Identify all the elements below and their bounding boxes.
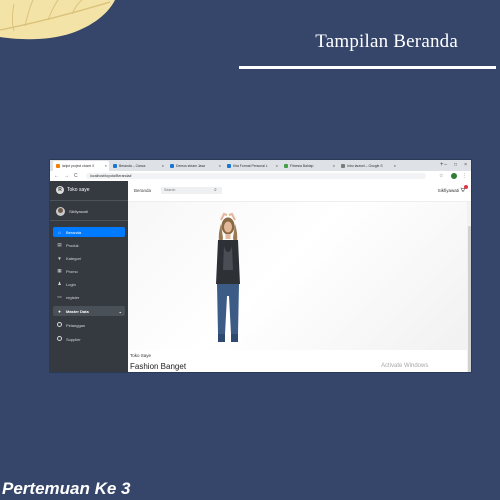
sidebar-item-label: Login bbox=[66, 281, 76, 287]
slide-title: Tampilan Beranda bbox=[315, 31, 458, 52]
main-content: Beranda Search ⌕ Sikfiyawati Toko Saye F… bbox=[128, 181, 471, 372]
user-name: Sikfiyawati bbox=[69, 209, 88, 214]
scrollbar-thumb[interactable] bbox=[467, 226, 471, 372]
brand-name: Toko saye bbox=[67, 187, 90, 193]
close-icon[interactable]: × bbox=[276, 161, 278, 171]
footer-caption: Pertemuan Ke 3 bbox=[2, 479, 131, 498]
sidebar-item-label: Promo bbox=[66, 268, 78, 274]
fashion-model-image bbox=[216, 212, 240, 342]
search-icon[interactable]: ⌕ bbox=[214, 187, 217, 194]
tab-favicon bbox=[341, 164, 345, 168]
admin-sidebar: R Toko saye Sikfiyawati ⌂ Beranda ▤ Prod… bbox=[50, 181, 128, 372]
back-button[interactable]: ← bbox=[54, 171, 59, 181]
tab-favicon bbox=[56, 164, 60, 168]
promo-icon: ▦ bbox=[57, 268, 62, 273]
browser-tab[interactable]: Beranda – Canva × bbox=[110, 161, 166, 171]
tab-label: Kita Format Personal L bbox=[233, 164, 268, 168]
sidebar-item-label: Master Data bbox=[66, 308, 89, 314]
close-icon[interactable]: × bbox=[105, 161, 107, 171]
sidebar-item-label: Produk bbox=[66, 242, 79, 248]
brand[interactable]: R Toko saye bbox=[56, 186, 90, 194]
tab-favicon bbox=[113, 164, 117, 168]
activate-windows-watermark: Activate Windows bbox=[381, 363, 429, 369]
sidebar-item-label: Kategori bbox=[66, 255, 81, 261]
hero-caption-small: Toko Saye bbox=[130, 353, 152, 358]
sidebar-item-produk[interactable]: ▤ Produk bbox=[53, 240, 125, 250]
brand-logo: R bbox=[56, 186, 64, 194]
browser-tab[interactable]: lanjut project closet X × bbox=[53, 161, 109, 171]
avatar bbox=[56, 207, 65, 216]
sidebar-item-label: Supplier bbox=[66, 336, 81, 342]
star-icon[interactable]: ☆ bbox=[439, 172, 443, 180]
top-navbar: Beranda Search ⌕ Sikfiyawati bbox=[128, 181, 471, 202]
close-icon[interactable]: × bbox=[219, 161, 221, 171]
profile-avatar[interactable] bbox=[451, 173, 457, 179]
product-icon: ▤ bbox=[57, 242, 62, 247]
sidebar-item-label: Beranda bbox=[66, 229, 82, 235]
divider bbox=[50, 220, 128, 221]
leaf-decoration bbox=[0, 0, 115, 40]
user-panel[interactable]: Sikfiyawati bbox=[56, 207, 88, 216]
title-underline bbox=[239, 66, 496, 69]
forward-button[interactable]: → bbox=[64, 171, 69, 181]
minimize-button[interactable]: – bbox=[444, 160, 447, 170]
reload-button[interactable]: C bbox=[74, 171, 78, 181]
circle-icon bbox=[57, 336, 62, 342]
tab-favicon bbox=[170, 164, 174, 168]
tab-strip: lanjut project closet X × Beranda – Canv… bbox=[50, 160, 471, 171]
sidebar-item-login[interactable]: ♟ Login bbox=[53, 279, 125, 289]
tab-label: Beranda – Canva bbox=[119, 164, 146, 168]
scrollbar[interactable] bbox=[467, 202, 471, 372]
shirt-icon: ▼ bbox=[57, 255, 62, 261]
home-icon: ⌂ bbox=[58, 229, 61, 235]
register-icon: ▭ bbox=[57, 294, 62, 299]
tab-label: Fitnesia Bahlap bbox=[290, 164, 314, 168]
search-input[interactable]: Search bbox=[161, 187, 222, 194]
nav-link-beranda[interactable]: Beranda bbox=[134, 188, 151, 193]
menu-dots-icon[interactable]: ⋮ bbox=[462, 172, 467, 180]
tab-favicon bbox=[284, 164, 288, 168]
browser-tab[interactable]: Demos steam Jasa × bbox=[167, 161, 223, 171]
tab-label: lanjut project closet X bbox=[62, 164, 95, 168]
hero-banner bbox=[128, 202, 471, 350]
sidebar-item-supplier[interactable]: Supplier bbox=[53, 334, 125, 344]
sidebar-item-label: Pelanggan bbox=[66, 322, 86, 328]
tab-label: Demos steam Jasa bbox=[176, 164, 206, 168]
divider bbox=[50, 200, 128, 201]
url-input[interactable]: localhost/toyota/Beranda# bbox=[86, 173, 426, 179]
tab-favicon bbox=[227, 164, 231, 168]
close-icon[interactable]: × bbox=[162, 161, 164, 171]
sidebar-item-pelanggan[interactable]: Pelanggan bbox=[53, 320, 125, 330]
sidebar-item-master-data[interactable]: ● Master Data ⌄ bbox=[53, 306, 125, 316]
nav-user-name[interactable]: Sikfiyawati bbox=[438, 188, 459, 193]
sidebar-item-kategori[interactable]: ▼ Kategori bbox=[53, 253, 125, 263]
browser-screenshot: lanjut project closet X × Beranda – Canv… bbox=[50, 160, 471, 372]
close-window-button[interactable]: × bbox=[464, 160, 467, 170]
browser-tab[interactable]: Fitnesia Bahlap × bbox=[281, 161, 337, 171]
window-controls: – □ × bbox=[444, 160, 467, 170]
hero-caption-title: Fashion Banget bbox=[130, 362, 187, 371]
sidebar-item-label: register bbox=[66, 294, 80, 300]
maximize-button[interactable]: □ bbox=[454, 160, 457, 170]
new-tab-button[interactable]: + bbox=[440, 160, 444, 171]
tab-label: Intro laravel – Google S bbox=[347, 164, 383, 168]
browser-tab[interactable]: Intro laravel – Google S × bbox=[338, 161, 398, 171]
close-icon[interactable]: × bbox=[333, 161, 335, 171]
sidebar-item-beranda[interactable]: ⌂ Beranda bbox=[53, 227, 125, 237]
browser-tab[interactable]: Kita Format Personal L × bbox=[224, 161, 280, 171]
circle-icon bbox=[57, 322, 62, 328]
sidebar-item-promo[interactable]: ▦ Promo bbox=[53, 266, 125, 276]
chevron-down-icon: ⌄ bbox=[118, 308, 122, 314]
close-icon[interactable]: × bbox=[394, 161, 396, 171]
cart-badge bbox=[464, 185, 468, 189]
sidebar-item-register[interactable]: ▭ register bbox=[53, 292, 125, 302]
user-icon: ♟ bbox=[57, 281, 62, 286]
database-icon: ● bbox=[58, 308, 61, 314]
